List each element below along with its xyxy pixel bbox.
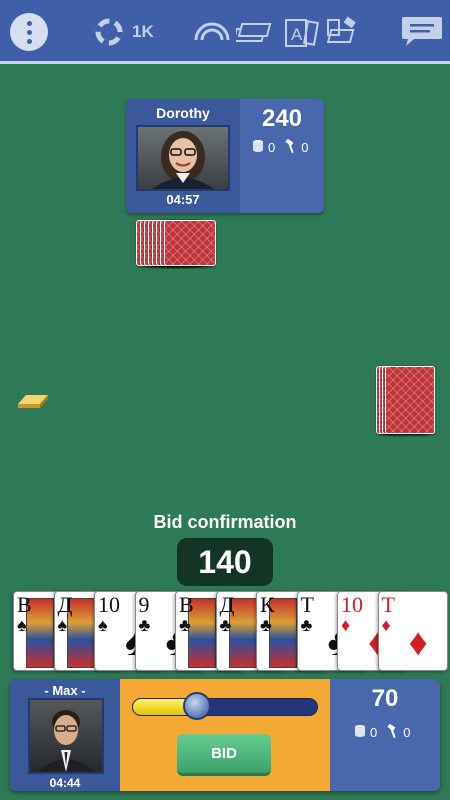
lifebuoy-icon[interactable] xyxy=(92,13,126,51)
card-rank: 9 xyxy=(138,592,150,617)
card-suit: ♣ xyxy=(260,615,272,635)
bid-value-box: 140 xyxy=(177,538,273,586)
opponent-avatar[interactable] xyxy=(136,125,230,191)
bid-controls: BID xyxy=(120,679,330,791)
opponent-panel: Dorothy 04:57 240 0 0 xyxy=(126,99,324,213)
player-timer: 04:44 xyxy=(49,776,81,790)
gold-bar-icon[interactable] xyxy=(16,390,50,415)
card-suit-large: ♦ xyxy=(408,622,428,664)
player-stats: 0 0 xyxy=(354,723,411,741)
card-a-icon[interactable]: A xyxy=(281,13,321,51)
bid-button[interactable]: BID xyxy=(177,734,271,776)
card-suit: ♣ xyxy=(179,615,191,635)
opponent-timer: 04:57 xyxy=(166,192,200,207)
bid-slider[interactable] xyxy=(132,698,318,716)
card-suit: ♠ xyxy=(98,615,108,635)
player-panel: - Max - 04:44 BID 70 0 0 xyxy=(10,679,440,791)
card-suit: ♣ xyxy=(300,615,313,635)
opponent-score: 240 xyxy=(261,105,303,132)
chat-icon[interactable] xyxy=(400,13,444,51)
coins-count: 1K xyxy=(132,22,154,41)
card-rank: 10 xyxy=(98,592,120,617)
bid-confirmation-title: Bid confirmation xyxy=(153,512,297,532)
menu-icon[interactable] xyxy=(10,13,48,51)
card-rank: Д xyxy=(57,592,73,617)
card-suit: ♠ xyxy=(17,615,27,635)
player-avatar[interactable] xyxy=(28,698,104,774)
opponent-card-back xyxy=(385,366,435,434)
opponent-card-back xyxy=(164,220,216,266)
card-rank: В xyxy=(17,592,32,617)
player-wins: 0 xyxy=(403,725,411,740)
rainbow-icon[interactable] xyxy=(192,13,232,51)
bid-value: 140 xyxy=(198,544,252,580)
player-name: - Max - xyxy=(44,683,86,698)
coin-stack-icon xyxy=(252,139,264,156)
opponent-wins: 0 xyxy=(301,140,309,155)
player-info: - Max - 04:44 xyxy=(10,679,120,791)
gavel-icon xyxy=(387,723,399,741)
top-bar: 1K A xyxy=(0,0,450,64)
svg-text:A: A xyxy=(291,25,303,44)
card-rank: Т xyxy=(381,592,395,617)
card-suit: ♣ xyxy=(219,615,232,635)
cards-gavel-icon[interactable] xyxy=(324,13,364,51)
card-suit: ♠ xyxy=(57,615,68,635)
player-score: 70 xyxy=(371,685,399,712)
coin-stack-icon xyxy=(354,724,366,741)
card-suit: ♦ xyxy=(341,615,351,635)
player-coins: 0 xyxy=(370,725,378,740)
card-stack-icon[interactable] xyxy=(235,13,275,51)
gavel-icon xyxy=(285,138,297,156)
opponent-coins: 0 xyxy=(268,140,276,155)
card-rank: Т xyxy=(300,592,314,617)
card-rank: 10 xyxy=(341,592,363,617)
card-suit: ♦ xyxy=(381,615,391,635)
opponent-info: Dorothy 04:57 xyxy=(126,99,240,213)
card-rank: К xyxy=(260,592,275,617)
card-rank: В xyxy=(179,592,194,617)
player-score-panel: 70 0 0 xyxy=(330,679,440,791)
card-suit: ♣ xyxy=(138,615,151,635)
hand-card[interactable]: Т ♦ ♦ xyxy=(377,591,448,671)
card-rank: Д xyxy=(219,592,235,617)
bid-slider-thumb[interactable] xyxy=(183,692,212,720)
opponent-stats: 0 0 xyxy=(252,138,309,156)
opponent-name: Dorothy xyxy=(156,105,210,121)
